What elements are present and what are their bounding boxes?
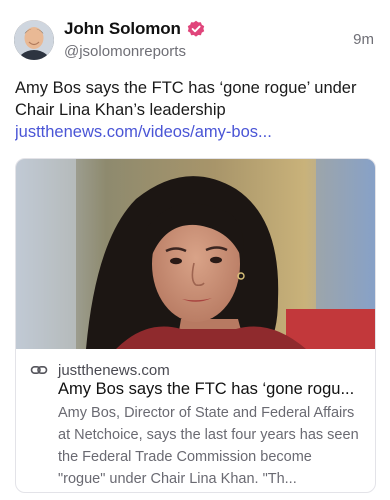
link-icon <box>30 361 48 379</box>
link-preview-card[interactable]: justthenews.com Amy Bos says the FTC has… <box>15 158 376 493</box>
avatar[interactable] <box>14 20 54 60</box>
post-text: Amy Bos says the FTC has ‘gone rogue’ un… <box>15 79 357 119</box>
card-domain: justthenews.com <box>58 361 170 379</box>
post-timestamp: 9m <box>353 31 374 48</box>
card-image <box>16 159 375 349</box>
verified-badge-icon <box>187 20 205 38</box>
card-description: Amy Bos, Director of State and Federal A… <box>58 405 359 487</box>
post[interactable]: John Solomon @jsolomonreports 9m Amy Bos… <box>0 0 390 500</box>
post-link[interactable]: justthenews.com/videos/amy-bos... <box>15 121 377 143</box>
card-title[interactable]: Amy Bos says the FTC has ‘gone rogu... <box>58 378 363 400</box>
author-handle[interactable]: @jsolomonreports <box>64 43 186 60</box>
author-name[interactable]: John Solomon <box>64 19 181 39</box>
